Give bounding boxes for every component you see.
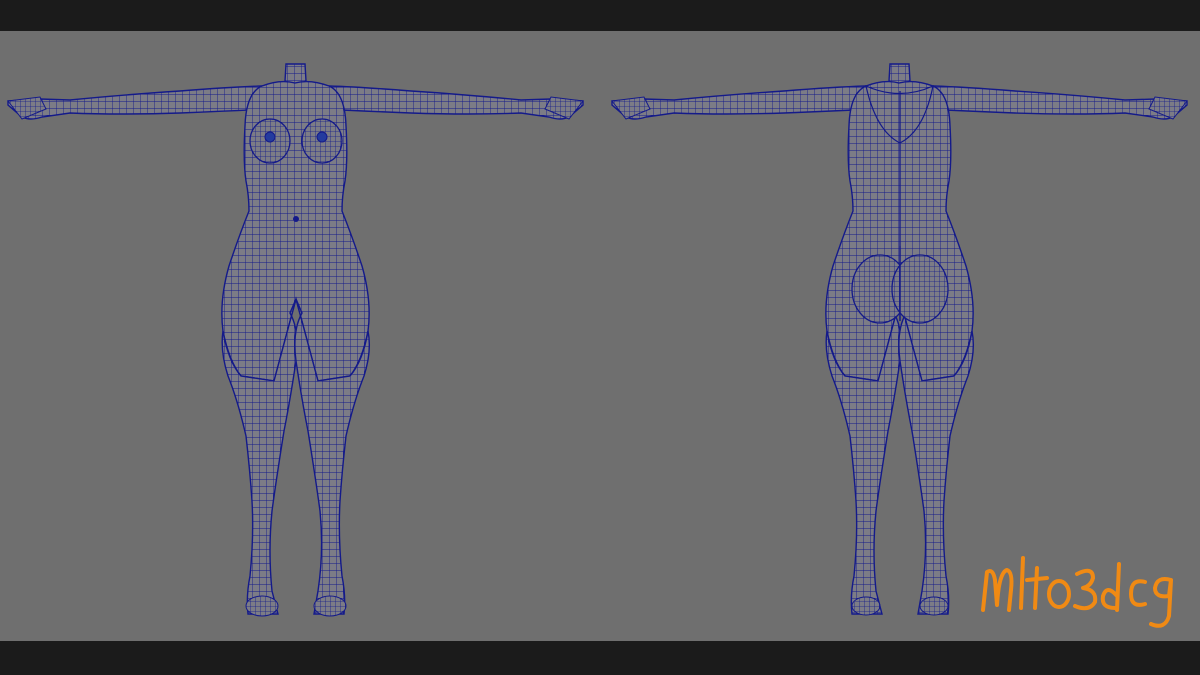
screenshot-stage bbox=[0, 0, 1200, 675]
back-model[interactable] bbox=[611, 63, 1188, 616]
front-model[interactable] bbox=[7, 63, 584, 617]
bottom-letterbox bbox=[0, 641, 1200, 675]
watermark-signature bbox=[981, 556, 1173, 628]
top-letterbox bbox=[0, 0, 1200, 31]
